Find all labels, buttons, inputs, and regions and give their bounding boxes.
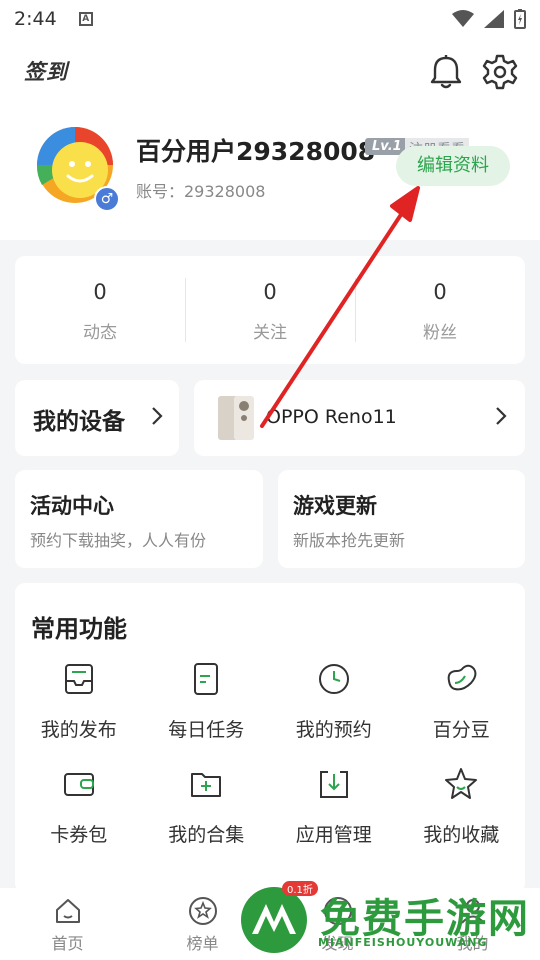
stat-label: 动态 — [83, 323, 117, 343]
inbox-icon — [64, 664, 93, 694]
function-label: 百分豆 — [432, 719, 490, 741]
function-label: 我的收藏 — [423, 824, 500, 846]
function-label: 卡券包 — [50, 824, 108, 846]
activity-title: 活动中心 — [30, 494, 114, 518]
checkin-button[interactable]: 签到 — [24, 56, 68, 86]
my-devices-title: 我的设备 — [33, 409, 125, 435]
status-bar: 2:44 A — [0, 0, 540, 38]
username: 百分用户29328008 — [136, 137, 376, 166]
common-functions-card: 常用功能 我的发布 每日任务 我的预约 百分豆 卡券包 我的合集 应用管理 我的… — [15, 583, 525, 893]
activity-center-card[interactable]: 活动中心 预约下载抽奖，人人有份 — [15, 470, 263, 568]
game-updates-card[interactable]: 游戏更新 新版本抢先更新 — [278, 470, 525, 568]
function-my-posts[interactable]: 我的发布 — [15, 661, 143, 742]
functions-title: 常用功能 — [31, 615, 127, 643]
function-label: 每日任务 — [168, 719, 245, 741]
function-label: 我的发布 — [40, 719, 117, 741]
stat-value: 0 — [93, 280, 107, 304]
watermark-subtext: MIANFEISHOUYOUWANG — [318, 936, 488, 949]
function-my-reservations[interactable]: 我的预约 — [270, 661, 398, 742]
function-app-management[interactable]: 应用管理 — [270, 766, 398, 847]
star-circle-icon — [188, 897, 217, 925]
home-icon — [55, 899, 80, 923]
stat-posts[interactable]: 0 动态 — [15, 256, 185, 364]
device-card[interactable]: OPPO Reno11 — [194, 380, 525, 456]
stat-label: 关注 — [253, 323, 287, 343]
phone-image — [218, 396, 254, 440]
task-list-icon — [194, 663, 219, 695]
top-bar: 签到 — [0, 38, 540, 108]
account-id: 账号：29328008 — [136, 182, 266, 201]
status-time: 2:44 — [14, 8, 57, 30]
function-my-favorites[interactable]: 我的收藏 — [398, 766, 526, 847]
games-subtitle: 新版本抢先更新 — [293, 531, 406, 550]
my-devices-card[interactable]: 我的设备 — [15, 380, 179, 456]
function-my-collections[interactable]: 我的合集 — [143, 766, 271, 847]
stat-value: 0 — [263, 280, 277, 304]
function-baifen-beans[interactable]: 百分豆 — [398, 661, 526, 742]
stat-label: 粉丝 — [423, 323, 457, 343]
activity-subtitle: 预约下载抽奖，人人有份 — [30, 531, 207, 550]
games-title: 游戏更新 — [293, 494, 377, 518]
stats-card: 0 动态 0 关注 0 粉丝 — [15, 256, 525, 364]
nav-label: 首页 — [51, 934, 84, 953]
wifi-icon — [452, 10, 474, 27]
function-coupons[interactable]: 卡券包 — [15, 766, 143, 847]
signal-icon — [484, 10, 504, 28]
profile-section: ♂ 百分用户29328008 Lv.1 注册看看 编辑资料 账号：2932800… — [0, 108, 540, 240]
stat-following[interactable]: 0 关注 — [185, 256, 355, 364]
function-label: 应用管理 — [295, 824, 372, 846]
stat-followers[interactable]: 0 粉丝 — [355, 256, 525, 364]
chevron-right-icon — [152, 407, 163, 425]
gear-icon[interactable] — [480, 52, 520, 92]
function-daily-tasks[interactable]: 每日任务 — [143, 661, 271, 742]
notification-a-icon: A — [78, 12, 93, 26]
watermark-badge: 0.1折 — [282, 881, 318, 896]
battery-icon — [514, 9, 526, 29]
chevron-right-icon — [496, 407, 507, 425]
bell-icon[interactable] — [426, 52, 466, 92]
functions-grid: 我的发布 每日任务 我的预约 百分豆 卡券包 我的合集 应用管理 我的收藏 — [15, 661, 525, 847]
wallet-icon — [63, 773, 94, 796]
folder-plus-icon — [191, 773, 222, 797]
function-label: 我的预约 — [295, 719, 372, 741]
nav-home[interactable]: 首页 — [0, 888, 135, 960]
edit-profile-button[interactable]: 编辑资料 — [396, 146, 510, 186]
clock-icon — [318, 664, 349, 694]
stat-value: 0 — [433, 280, 447, 304]
bean-icon — [447, 664, 477, 691]
function-label: 我的合集 — [168, 824, 245, 846]
star-icon — [445, 768, 478, 799]
gender-male-icon: ♂ — [94, 186, 120, 212]
device-name: OPPO Reno11 — [266, 406, 397, 428]
download-box-icon — [319, 771, 348, 798]
